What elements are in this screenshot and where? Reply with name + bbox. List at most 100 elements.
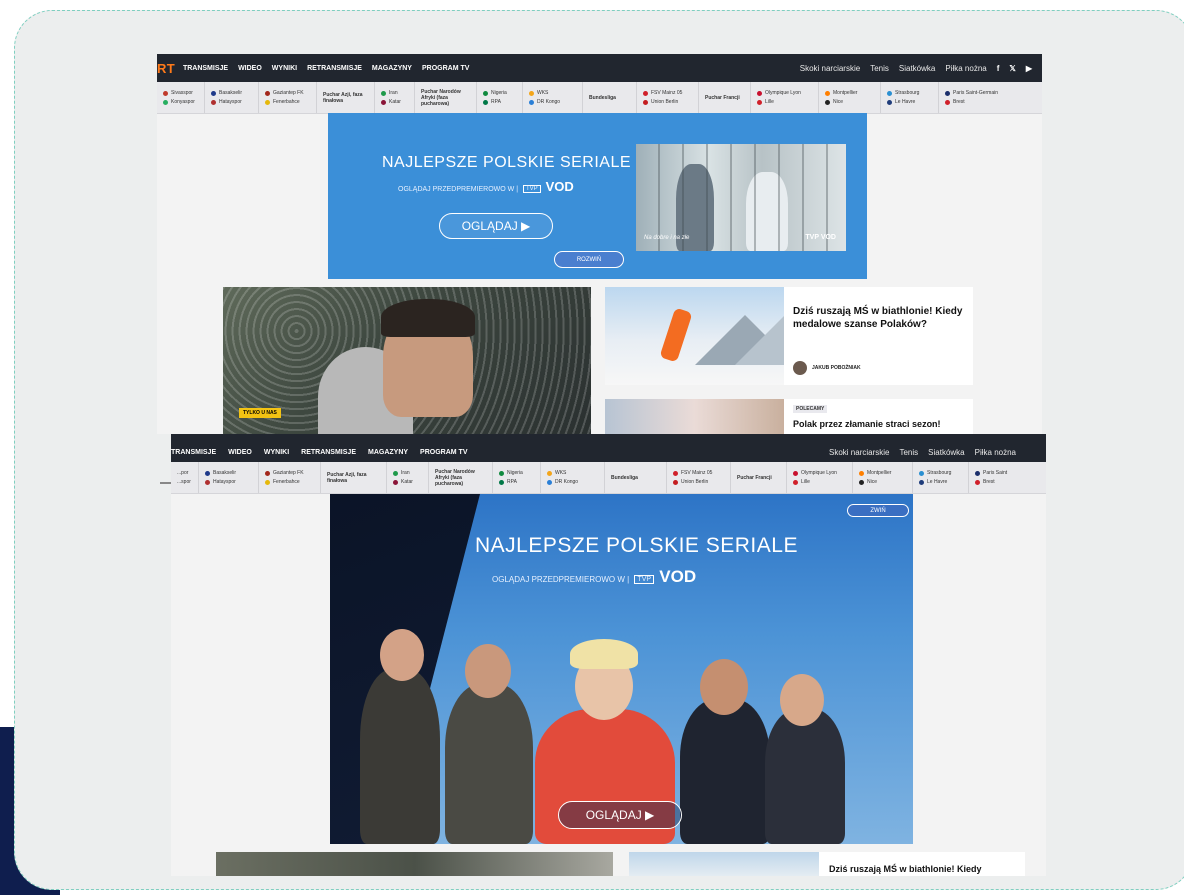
expand-button[interactable]: ROZWIŃ [554,251,624,268]
league-card[interactable]: Puchar Francji [699,82,751,113]
flag-icon [529,99,534,105]
article-card[interactable]: Dziś ruszają MŚ w biathlonie! Kiedy meda… [605,287,973,385]
league-card[interactable]: Puchar Azji, faza finałowa [321,462,387,493]
cast-hair [570,639,638,669]
team-name: Union Berlin [651,98,679,105]
nav-item-wideo[interactable]: WIDEO [238,65,262,72]
nav-link-tenis[interactable]: Tenis [870,64,889,73]
nav-link-pilka[interactable]: Piłka nożna [945,64,986,73]
tvp-logo: TVP [523,185,541,194]
team-name: Fenerbahce [273,98,300,105]
nav-link-tenis[interactable]: Tenis [899,448,918,457]
team-name: Hatayspor [219,98,242,105]
league-name: Puchar Azji, faza finałowa [327,471,367,484]
nav-item-wyniki[interactable]: WYNIKI [272,65,297,72]
collapse-button[interactable]: ZWIŃ [847,504,909,517]
team-name: DR Kongo [537,98,561,105]
article-card[interactable]: POLECAMY Polak przez złamanie straci sez… [605,399,973,434]
team-crest-icon [945,99,950,105]
match-card[interactable]: Olympique Lyon Lille [787,462,853,493]
nav-link-siatkowka[interactable]: Siatkówka [928,448,964,457]
nav-item-magazyny[interactable]: MAGAZYNY [368,449,408,456]
hero-article[interactable]: TYLKO U NAS [223,287,591,434]
team-name: Konyaspor [171,98,195,105]
team-crest-icon [205,470,210,476]
flag-icon [547,470,552,476]
match-card[interactable]: Gaziantep FK Fenerbahce [259,462,321,493]
article-card[interactable]: Dziś ruszają MŚ w biathlonie! Kiedy [819,852,1025,876]
match-card[interactable]: Montpellier Nice [819,82,881,113]
match-card[interactable]: WKS DR Kongo [541,462,605,493]
match-card[interactable]: Paris Saint Brest [969,462,1009,493]
nav-link-pilka[interactable]: Piłka nożna [975,448,1016,457]
match-card[interactable]: Nigeria RPA [477,82,523,113]
team-name: Paris Saint-Germain [953,89,999,96]
facebook-icon[interactable]: f [997,64,1000,73]
author-name[interactable]: JAKUB POBOŻNIAK [812,365,861,371]
nav-item-transmisje[interactable]: TRANSMISJE [183,65,228,72]
nav-item-program-tv[interactable]: PROGRAM TV [422,65,469,72]
nav-link-skoki[interactable]: Skoki narciarskie [829,448,889,457]
team-name: Gaziantep FK [273,469,304,476]
team-name: Olympique Lyon [765,89,801,96]
match-card[interactable]: FSV Mainz 05 Union Berlin [667,462,731,493]
twitter-icon[interactable]: 𝕏 [1009,64,1015,73]
team-crest-icon [265,470,270,476]
match-card[interactable]: Sivasspor Konyaspor [157,82,205,113]
match-card[interactable]: Strasbourg Le Havre [881,82,939,113]
nav-item-retransmisje[interactable]: RETRANSMISJE [301,449,356,456]
match-card[interactable]: Iran Katar [387,462,429,493]
match-card[interactable]: Nigeria RPA [493,462,541,493]
league-card[interactable]: Bundesliga [583,82,637,113]
team-crest-icon [643,90,648,96]
match-card[interactable]: Paris Saint-Germain Brest [939,82,1019,113]
youtube-icon[interactable]: ▶ [1026,64,1032,73]
match-card[interactable]: ...por ...spor [171,462,199,493]
league-card[interactable]: Puchar Narodów Afryki (faza pucharowa) [415,82,477,113]
site-logo[interactable]: RT [157,61,175,76]
cast-head [780,674,824,726]
nav-item-wideo[interactable]: WIDEO [228,449,252,456]
nav-item-retransmisje[interactable]: RETRANSMISJE [307,65,362,72]
team-crest-icon [825,99,830,105]
watch-button[interactable]: OGLĄDAJ ▶ [439,213,553,239]
match-card[interactable]: Iran Katar [375,82,415,113]
screenshot-bottom: TRANSMISJE WIDEO WYNIKI RETRANSMISJE MAG… [171,434,1046,876]
watch-button[interactable]: OGLĄDAJ ▶ [558,801,682,829]
match-card[interactable]: Gaziantep FK Fenerbahce [259,82,317,113]
match-card[interactable]: Strasbourg Le Havre [913,462,969,493]
team-name: WKS [555,469,567,476]
article-image[interactable] [629,852,819,876]
nav-item-program-tv[interactable]: PROGRAM TV [420,449,467,456]
article-title[interactable]: Dziś ruszają MŚ w biathlonie! Kiedy [829,864,982,874]
nav-item-transmisje[interactable]: TRANSMISJE [171,449,216,456]
match-card[interactable]: WKS DR Kongo [523,82,583,113]
team-name: Brest [983,478,995,485]
team-crest-icon [793,470,798,476]
match-card[interactable]: Olympique Lyon Lille [751,82,819,113]
nav-item-wyniki[interactable]: WYNIKI [264,449,289,456]
league-card[interactable]: Puchar Francji [731,462,787,493]
team-crest-icon [919,479,924,485]
league-card[interactable]: Puchar Narodów Afryki (faza pucharowa) [429,462,493,493]
match-card[interactable]: FSV Mainz 05 Union Berlin [637,82,699,113]
article-image[interactable] [216,852,613,876]
match-card[interactable]: Basakselir Hatayspor [205,82,259,113]
nav-item-magazyny[interactable]: MAGAZYNY [372,65,412,72]
advert-banner[interactable]: NAJLEPSZE POLSKIE SERIALE OGLĄDAJ PRZEDP… [328,113,867,279]
match-card[interactable]: Basakselir Hatayspor [199,462,259,493]
article-image [605,399,784,434]
league-card[interactable]: Bundesliga [605,462,667,493]
team-name: Strasbourg [927,469,952,476]
article-title[interactable]: Polak przez złamanie straci sezon! [793,419,941,429]
league-name: Puchar Narodów Afryki (faza pucharowa) [435,468,475,487]
team-crest-icon [163,99,168,105]
nav-link-skoki[interactable]: Skoki narciarskie [800,64,860,73]
article-title[interactable]: Dziś ruszają MŚ w biathlonie! Kiedy meda… [793,305,968,331]
team-name: Katar [401,478,413,485]
league-card[interactable]: Puchar Azji, faza finałowa [317,82,375,113]
nav-link-siatkowka[interactable]: Siatkówka [899,64,935,73]
match-card[interactable]: Montpellier Nice [853,462,913,493]
advert-banner-expanded[interactable]: ZWIŃ NAJLEPSZE POLSKIE SERIALE OGLĄDAJ P… [330,494,913,844]
cast-member [445,684,533,844]
